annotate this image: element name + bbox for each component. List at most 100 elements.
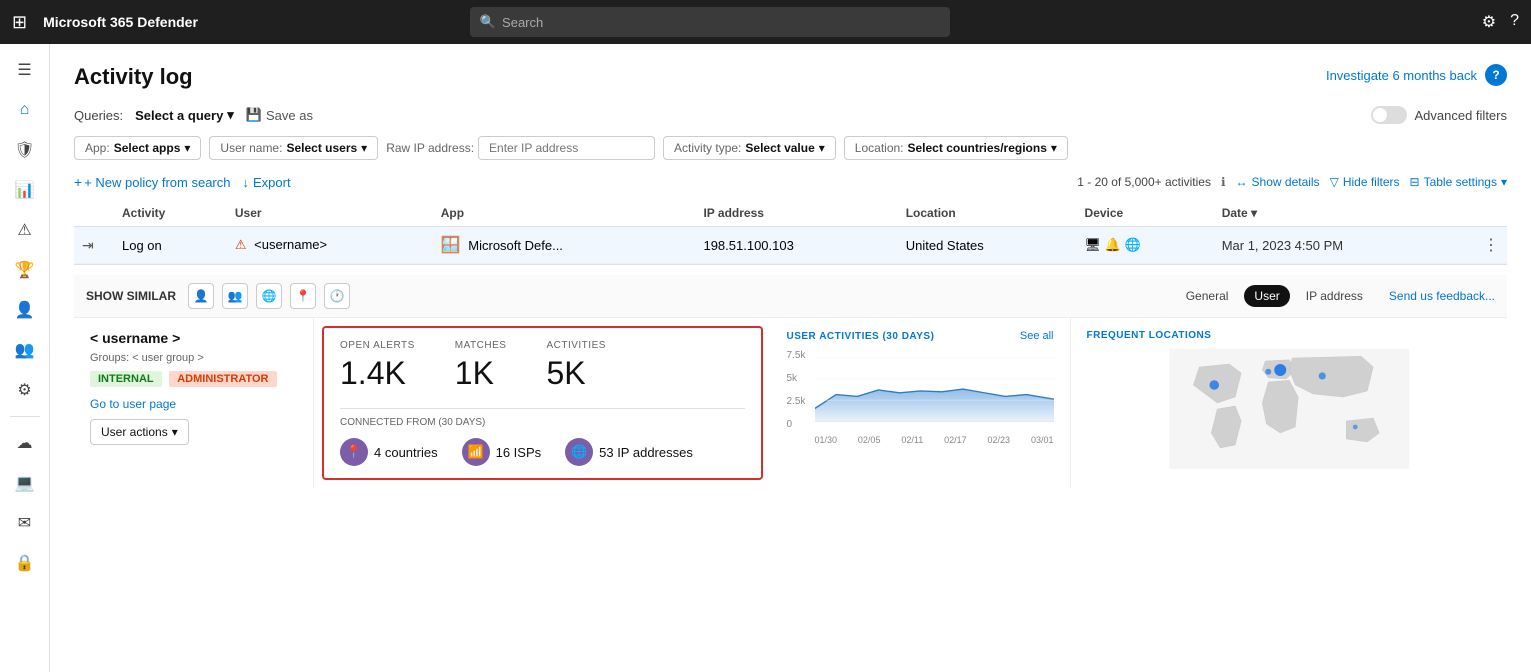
row-location: United States [898,227,1077,264]
col-header-activity-name[interactable]: Activity [114,200,227,227]
chart-header: USER ACTIVITIES (30 DAYS) See all [787,330,1054,342]
plus-icon: + [74,174,82,190]
more-icon[interactable]: ⋮ [1483,237,1499,254]
show-similar-group-icon[interactable]: 👥 [222,283,248,309]
filter-icon: ▽ [1330,175,1339,189]
chevron-down-icon: ▾ [1051,141,1057,155]
user-badges: INTERNAL ADMINISTRATOR [90,370,297,387]
toolbar-right: 1 - 20 of 5,000+ activities ℹ ↔ Show det… [1077,175,1507,189]
tab-user[interactable]: User [1244,285,1289,307]
settings-icon[interactable]: ⚙ [1482,12,1496,32]
sidebar-item-trophy[interactable]: 🏆 [5,252,45,288]
col-header-ip[interactable]: IP address [695,200,897,227]
chevron-down-icon: ▾ [172,425,178,439]
col-header-date[interactable]: Date ▾ [1214,200,1475,227]
advanced-filters-toggle[interactable] [1371,106,1407,124]
username-filter[interactable]: User name: Select users ▾ [209,136,378,160]
show-similar-time-icon[interactable]: 🕐 [324,283,350,309]
toolbar-left: + + New policy from search ↓ Export [74,174,291,190]
isps-stat: 📶 16 ISPs [462,438,542,466]
groups-label: Groups: [90,352,129,364]
main-content: Activity log Investigate 6 months back ?… [50,44,1531,672]
device-bell-icon: 🔔 [1105,237,1121,252]
sidebar-item-incidents[interactable]: ⚠ [5,212,45,248]
queries-select[interactable]: Select a query ▾ [135,107,234,123]
activity-type-filter[interactable]: Activity type: Select value ▾ [663,136,836,160]
investigate-link[interactable]: Investigate 6 months back [1326,68,1477,83]
export-button[interactable]: ↓ Export [243,175,291,190]
detail-username: < username > [90,330,297,346]
sidebar-item-devices[interactable]: 💻 [5,465,45,501]
detail-content: < username > Groups: < user group > INTE… [74,318,1507,488]
ip-addresses-stat: 🌐 53 IP addresses [565,438,693,466]
app-filter[interactable]: App: Select apps ▾ [74,136,201,160]
logon-icon: ⇥ [82,237,94,253]
app-logo-icon: 🪟 [441,237,461,254]
stats-divider [340,408,745,409]
location-filter-value: Select countries/regions [908,141,1047,155]
hide-filters-button[interactable]: ▽ Hide filters [1330,175,1400,189]
sidebar-item-chart[interactable]: 📊 [5,172,45,208]
activity-type-label: Activity type: [674,141,741,155]
ip-addresses-value: 53 IP addresses [599,445,693,460]
search-bar[interactable]: 🔍 [470,7,950,37]
tab-ip-address[interactable]: IP address [1296,285,1373,307]
chevron-down-icon: ▾ [1501,175,1507,189]
waffle-icon[interactable]: ⊞ [12,12,27,33]
new-policy-button[interactable]: + + New policy from search [74,174,231,190]
group-name: < user group > [132,352,204,364]
chart-y-labels: 7.5k 5k 2.5k 0 [787,350,806,430]
col-header-app[interactable]: App [433,200,696,227]
connected-label: CONNECTED FROM (30 DAYS) [340,417,745,428]
sidebar-item-cloud[interactable]: ☁ [5,425,45,461]
table-row[interactable]: ⇥ Log on ⚠ <username> 🪟 Microsoft Defe..… [74,227,1507,264]
save-icon: 💾 [246,107,262,123]
show-similar-location-icon[interactable]: 📍 [290,283,316,309]
col-header-actions [1475,200,1507,227]
activity-type-value: Select value [745,141,814,155]
save-as-button[interactable]: 💾 Save as [246,107,313,123]
col-header-location[interactable]: Location [898,200,1077,227]
raw-ip-input[interactable] [478,136,655,160]
queries-bar: Queries: Select a query ▾ 💾 Save as Adva… [74,106,1507,124]
open-alerts-value: 1.4K [340,355,415,392]
countries-value: 4 countries [374,445,438,460]
row-app: 🪟 Microsoft Defe... [433,227,696,264]
col-header-device[interactable]: Device [1077,200,1214,227]
sidebar-item-user[interactable]: 👤 [5,292,45,328]
show-details-button[interactable]: ↔ Show details [1236,175,1320,189]
sidebar-item-mail[interactable]: ✉ [5,505,45,541]
app-filter-label: App: [85,141,110,155]
arrows-icon: ↔ [1236,175,1248,189]
sidebar-item-lock[interactable]: 🔒 [5,545,45,581]
export-icon: ↓ [243,175,250,190]
sidebar-item-group[interactable]: 👥 [5,332,45,368]
row-user: ⚠ <username> [227,227,433,264]
go-to-user-link[interactable]: Go to user page [90,397,297,411]
chart-x-labels: 01/30 02/05 02/11 02/17 02/23 03/01 [815,435,1054,445]
user-alert-icon: ⚠ [235,237,247,252]
help-button[interactable]: ? [1485,64,1507,86]
see-all-link[interactable]: See all [1020,330,1054,342]
row-more-actions[interactable]: ⋮ [1475,227,1507,264]
app-filter-value: Select apps [114,141,181,155]
username-filter-label: User name: [220,141,282,155]
col-header-user[interactable]: User [227,200,433,227]
sidebar-item-api[interactable]: ⚙ [5,372,45,408]
sidebar-item-home[interactable]: ⌂ [5,92,45,128]
activity-table: Activity User App IP address Location De… [74,200,1507,264]
search-input[interactable] [502,15,940,30]
sidebar-item-shield[interactable]: 🛡 [5,132,45,168]
table-settings-button[interactable]: ⊟ Table settings ▾ [1410,175,1507,189]
show-similar-ip-icon[interactable]: 🌐 [256,283,282,309]
device-monitor-icon: 🖥 [1085,237,1102,252]
user-actions-button[interactable]: User actions ▾ [90,419,189,445]
tab-general[interactable]: General [1176,285,1239,307]
send-feedback-link[interactable]: Send us feedback... [1389,289,1495,303]
device-globe-icon: 🌐 [1124,237,1140,252]
location-filter[interactable]: Location: Select countries/regions ▾ [844,136,1068,160]
sidebar-item-menu[interactable]: ☰ [5,52,45,88]
show-similar-person-icon[interactable]: 👤 [188,283,214,309]
chevron-down-icon: ▾ [819,141,825,155]
help-icon[interactable]: ? [1510,12,1519,32]
